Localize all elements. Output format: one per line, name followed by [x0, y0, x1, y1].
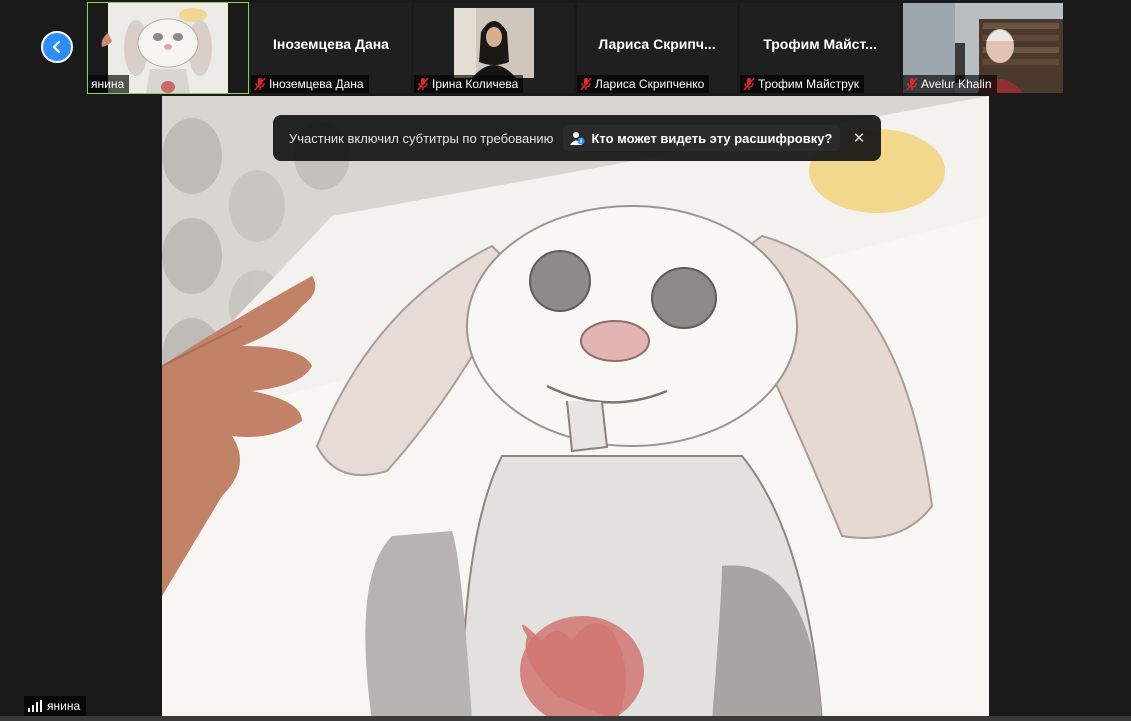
participant-video-thumbnail [454, 8, 534, 78]
mic-muted-icon [254, 77, 266, 91]
mic-muted-icon [906, 77, 918, 91]
participant-name-label: Avelur Khalin [903, 75, 997, 93]
participant-name-label: янина [88, 75, 130, 93]
connection-signal-icon [28, 700, 42, 712]
chevron-left-icon [52, 40, 61, 54]
transcript-visibility-label: Кто может видеть эту расшифровку? [591, 130, 833, 146]
participant-tile-dana[interactable]: Іноземцева Дана Іноземцева Дана [251, 3, 411, 93]
close-icon[interactable]: ✕ [849, 128, 869, 148]
participant-name-text: Трофим Майструк [758, 77, 859, 91]
participant-name-label: Ірина Количева [414, 75, 524, 93]
participant-display-name: Лариса Скрипч... [598, 36, 716, 52]
participant-name-text: янина [91, 77, 125, 91]
speaker-video-feed [162, 96, 989, 721]
transcript-visibility-link[interactable]: Кто может видеть эту расшифровку? [563, 125, 841, 151]
filmstrip-back-button[interactable] [41, 31, 73, 63]
participant-tile-trofym[interactable]: Трофим Майст... Трофим Майструк [740, 3, 900, 93]
taskbar-strip [0, 716, 1131, 721]
participant-tile-yanina[interactable]: янина [87, 2, 249, 94]
participant-name-text: Avelur Khalin [921, 77, 992, 91]
caption-message: Участник включил субтитры по требованию [289, 130, 554, 146]
participant-name-text: Ірина Количева [432, 77, 519, 91]
participant-tile-iryna[interactable]: Ірина Количева [414, 3, 574, 93]
participant-display-name: Трофим Майст... [763, 36, 877, 52]
participant-tile-larysa[interactable]: Лариса Скрипч... Лариса Скрипченко [577, 3, 737, 93]
mic-muted-icon [580, 77, 592, 91]
participant-name-label: Трофим Майструк [740, 75, 864, 93]
mic-muted-icon [743, 77, 755, 91]
participant-name-text: Лариса Скрипченко [595, 77, 705, 91]
participant-display-name: Іноземцева Дана [273, 36, 389, 52]
main-speaker-name: янина [47, 699, 81, 713]
person-info-icon [570, 132, 585, 145]
caption-notification-banner: Участник включил субтитры по требованию … [273, 115, 881, 161]
participant-tile-avelur[interactable]: Avelur Khalin [903, 3, 1063, 93]
mic-muted-icon [417, 77, 429, 91]
participant-name-text: Іноземцева Дана [269, 77, 364, 91]
main-speaker-video[interactable] [162, 96, 989, 721]
participant-filmstrip: янина Іноземцева Дана Іноземцева Дана Ір… [0, 0, 1131, 96]
participant-name-label: Лариса Скрипченко [577, 75, 710, 93]
main-speaker-name-label: янина [24, 696, 87, 716]
participant-name-label: Іноземцева Дана [251, 75, 369, 93]
